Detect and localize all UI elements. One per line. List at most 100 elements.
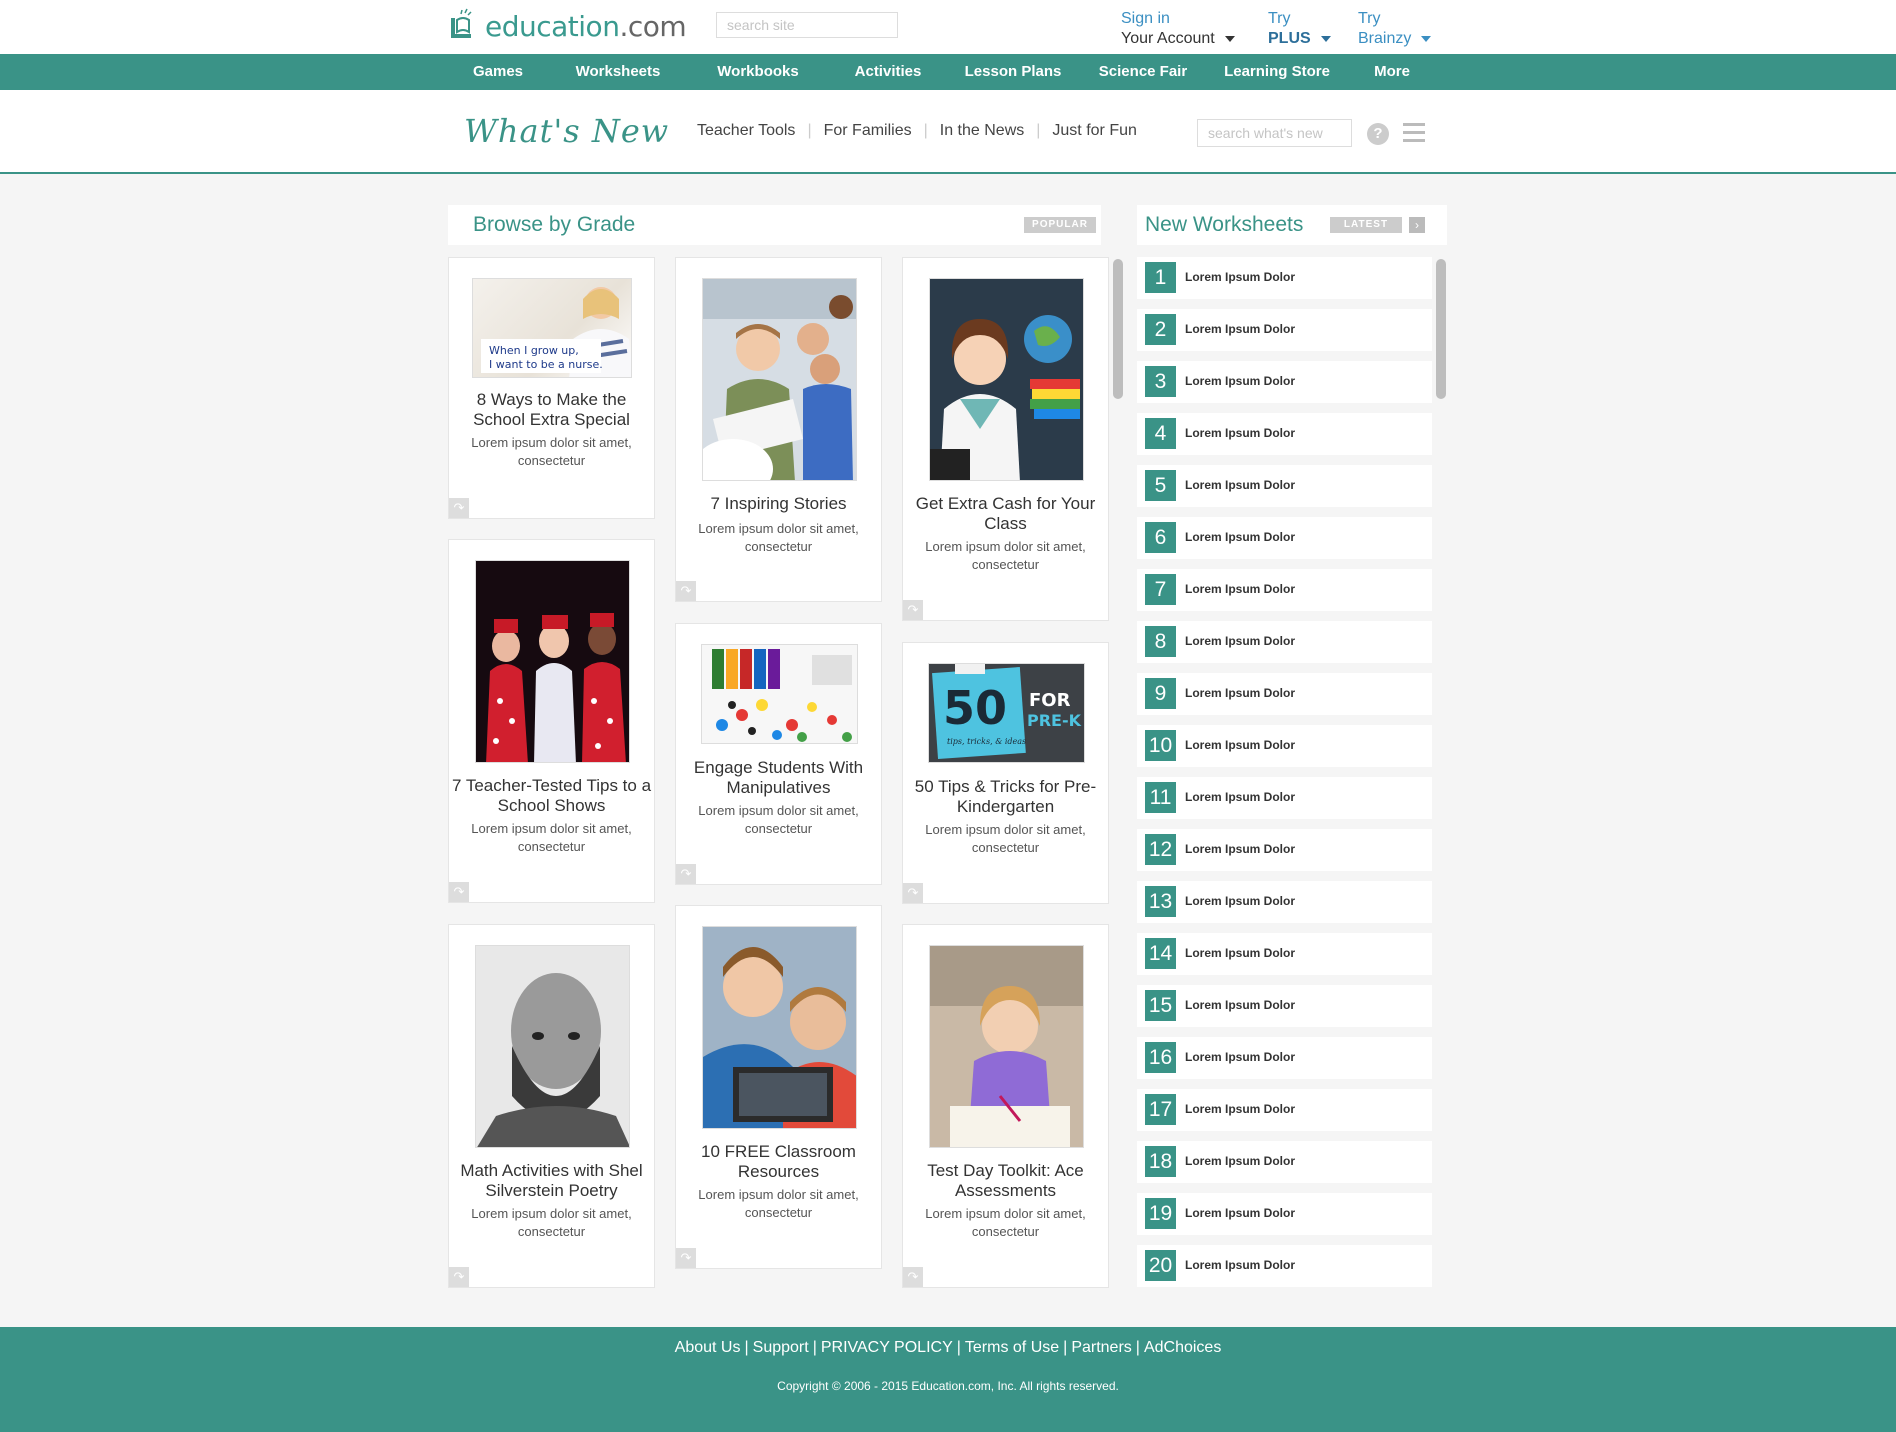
worksheet-title[interactable]: Lorem Ipsum Dolor xyxy=(1185,998,1295,1012)
subnav-for-families[interactable]: For Families xyxy=(824,122,912,140)
worksheet-item[interactable]: 5 Lorem Ipsum Dolor xyxy=(1137,465,1432,507)
worksheet-title[interactable]: Lorem Ipsum Dolor xyxy=(1185,946,1295,960)
share-icon[interactable]: ↷ xyxy=(903,883,923,903)
worksheet-title[interactable]: Lorem Ipsum Dolor xyxy=(1185,1258,1295,1272)
card-title[interactable]: 50 Tips & Tricks for Pre-Kindergarten xyxy=(903,777,1108,817)
worksheet-item[interactable]: 8 Lorem Ipsum Dolor xyxy=(1137,621,1432,663)
share-icon[interactable]: ↷ xyxy=(676,581,696,601)
chevron-right-icon[interactable]: › xyxy=(1409,217,1425,233)
worksheet-title[interactable]: Lorem Ipsum Dolor xyxy=(1185,478,1295,492)
account-menu[interactable]: Sign in Your Account xyxy=(1121,9,1235,49)
worksheet-item[interactable]: 1 Lorem Ipsum Dolor xyxy=(1137,257,1432,299)
help-icon[interactable]: ? xyxy=(1367,123,1389,145)
worksheet-title[interactable]: Lorem Ipsum Dolor xyxy=(1185,426,1295,440)
share-icon[interactable]: ↷ xyxy=(903,600,923,620)
worksheet-scrollbar[interactable] xyxy=(1436,259,1446,399)
worksheet-title[interactable]: Lorem Ipsum Dolor xyxy=(1185,790,1295,804)
brainzy-dropdown[interactable]: Brainzy xyxy=(1358,29,1432,49)
card-title[interactable]: Test Day Toolkit: Ace Assessments xyxy=(903,1161,1108,1201)
article-card[interactable]: Get Extra Cash for Your Class Lorem ipsu… xyxy=(902,257,1109,621)
subnav-in-the-news[interactable]: In the News xyxy=(940,122,1024,140)
worksheet-item[interactable]: 2 Lorem Ipsum Dolor xyxy=(1137,309,1432,351)
nav-worksheets[interactable]: Worksheets xyxy=(568,54,668,90)
worksheet-item[interactable]: 6 Lorem Ipsum Dolor xyxy=(1137,517,1432,559)
nav-games[interactable]: Games xyxy=(448,54,548,90)
card-title[interactable]: 7 Teacher-Tested Tips to a School Shows xyxy=(449,776,654,816)
footer-adchoices-link[interactable]: AdChoices xyxy=(1144,1339,1221,1356)
sign-in-link[interactable]: Sign in xyxy=(1121,9,1235,29)
worksheet-item[interactable]: 4 Lorem Ipsum Dolor xyxy=(1137,413,1432,455)
article-card[interactable]: When I grow up, I want to be a nurse. 8 … xyxy=(448,257,655,519)
footer-terms-link[interactable]: Terms of Use xyxy=(965,1339,1059,1356)
whats-new-search-input[interactable] xyxy=(1197,119,1352,147)
share-icon[interactable]: ↷ xyxy=(449,498,469,518)
nav-lesson-plans[interactable]: Lesson Plans xyxy=(953,54,1073,90)
worksheet-title[interactable]: Lorem Ipsum Dolor xyxy=(1185,1154,1295,1168)
nav-workbooks[interactable]: Workbooks xyxy=(708,54,808,90)
nav-activities[interactable]: Activities xyxy=(838,54,938,90)
worksheet-title[interactable]: Lorem Ipsum Dolor xyxy=(1185,530,1295,544)
worksheet-item[interactable]: 20 Lorem Ipsum Dolor xyxy=(1137,1245,1432,1287)
footer-about-link[interactable]: About Us xyxy=(675,1339,741,1356)
subnav-just-for-fun[interactable]: Just for Fun xyxy=(1052,122,1136,140)
try-brainzy-menu[interactable]: Try Brainzy xyxy=(1358,9,1432,49)
try-plus-menu[interactable]: Try PLUS xyxy=(1268,9,1331,49)
worksheet-item[interactable]: 16 Lorem Ipsum Dolor xyxy=(1137,1037,1432,1079)
footer-privacy-link[interactable]: PRIVACY POLICY xyxy=(821,1339,953,1356)
article-card[interactable]: 10 FREE Classroom Resources Lorem ipsum … xyxy=(675,905,882,1269)
plus-dropdown[interactable]: PLUS xyxy=(1268,29,1331,49)
worksheet-item[interactable]: 9 Lorem Ipsum Dolor xyxy=(1137,673,1432,715)
worksheet-title[interactable]: Lorem Ipsum Dolor xyxy=(1185,686,1295,700)
share-icon[interactable]: ↷ xyxy=(676,1248,696,1268)
share-icon[interactable]: ↷ xyxy=(903,1267,923,1287)
card-title[interactable]: 10 FREE Classroom Resources xyxy=(676,1142,881,1182)
worksheet-title[interactable]: Lorem Ipsum Dolor xyxy=(1185,634,1295,648)
worksheet-title[interactable]: Lorem Ipsum Dolor xyxy=(1185,270,1295,284)
card-title[interactable]: Math Activities with Shel Silverstein Po… xyxy=(449,1161,654,1201)
latest-tag[interactable]: LATEST xyxy=(1330,217,1402,233)
footer-support-link[interactable]: Support xyxy=(753,1339,809,1356)
nav-learning-store[interactable]: Learning Store xyxy=(1212,54,1342,90)
logo[interactable]: education.com xyxy=(447,6,687,46)
worksheet-item[interactable]: 15 Lorem Ipsum Dolor xyxy=(1137,985,1432,1027)
hamburger-menu-icon[interactable] xyxy=(1403,123,1425,143)
subnav-teacher-tools[interactable]: Teacher Tools xyxy=(697,122,795,140)
worksheet-item[interactable]: 11 Lorem Ipsum Dolor xyxy=(1137,777,1432,819)
article-card[interactable]: Math Activities with Shel Silverstein Po… xyxy=(448,924,655,1288)
card-title[interactable]: 8 Ways to Make the School Extra Special xyxy=(449,390,654,430)
popular-tag[interactable]: POPULAR xyxy=(1024,217,1096,233)
worksheet-item[interactable]: 13 Lorem Ipsum Dolor xyxy=(1137,881,1432,923)
article-card[interactable]: 7 Inspiring Stories Lorem ipsum dolor si… xyxy=(675,257,882,602)
worksheet-title[interactable]: Lorem Ipsum Dolor xyxy=(1185,894,1295,908)
article-card[interactable]: 7 Teacher-Tested Tips to a School Shows … xyxy=(448,539,655,903)
worksheet-item[interactable]: 17 Lorem Ipsum Dolor xyxy=(1137,1089,1432,1131)
worksheet-item[interactable]: 19 Lorem Ipsum Dolor xyxy=(1137,1193,1432,1235)
whats-new-title[interactable]: What's New xyxy=(464,112,669,150)
share-icon[interactable]: ↷ xyxy=(449,1267,469,1287)
article-card[interactable]: Test Day Toolkit: Ace Assessments Lorem … xyxy=(902,924,1109,1288)
worksheet-title[interactable]: Lorem Ipsum Dolor xyxy=(1185,842,1295,856)
worksheet-title[interactable]: Lorem Ipsum Dolor xyxy=(1185,1206,1295,1220)
worksheet-title[interactable]: Lorem Ipsum Dolor xyxy=(1185,738,1295,752)
card-title[interactable]: 7 Inspiring Stories xyxy=(676,494,881,514)
worksheet-title[interactable]: Lorem Ipsum Dolor xyxy=(1185,374,1295,388)
your-account-dropdown[interactable]: Your Account xyxy=(1121,29,1235,49)
share-icon[interactable]: ↷ xyxy=(449,882,469,902)
site-search-input[interactable] xyxy=(716,12,898,38)
worksheet-item[interactable]: 7 Lorem Ipsum Dolor xyxy=(1137,569,1432,611)
worksheet-item[interactable]: 12 Lorem Ipsum Dolor xyxy=(1137,829,1432,871)
worksheet-title[interactable]: Lorem Ipsum Dolor xyxy=(1185,1102,1295,1116)
nav-more[interactable]: More xyxy=(1352,54,1432,90)
worksheet-item[interactable]: 3 Lorem Ipsum Dolor xyxy=(1137,361,1432,403)
worksheet-item[interactable]: 10 Lorem Ipsum Dolor xyxy=(1137,725,1432,767)
worksheet-item[interactable]: 18 Lorem Ipsum Dolor xyxy=(1137,1141,1432,1183)
footer-partners-link[interactable]: Partners xyxy=(1071,1339,1131,1356)
article-card[interactable]: Engage Students With Manipulatives Lorem… xyxy=(675,623,882,885)
worksheet-item[interactable]: 14 Lorem Ipsum Dolor xyxy=(1137,933,1432,975)
share-icon[interactable]: ↷ xyxy=(676,864,696,884)
worksheet-title[interactable]: Lorem Ipsum Dolor xyxy=(1185,1050,1295,1064)
article-card[interactable]: 50 FOR PRE-K tips, tricks, & ideas 50 Ti… xyxy=(902,642,1109,904)
browse-scrollbar[interactable] xyxy=(1113,259,1123,399)
nav-science-fair[interactable]: Science Fair xyxy=(1088,54,1198,90)
worksheet-title[interactable]: Lorem Ipsum Dolor xyxy=(1185,582,1295,596)
